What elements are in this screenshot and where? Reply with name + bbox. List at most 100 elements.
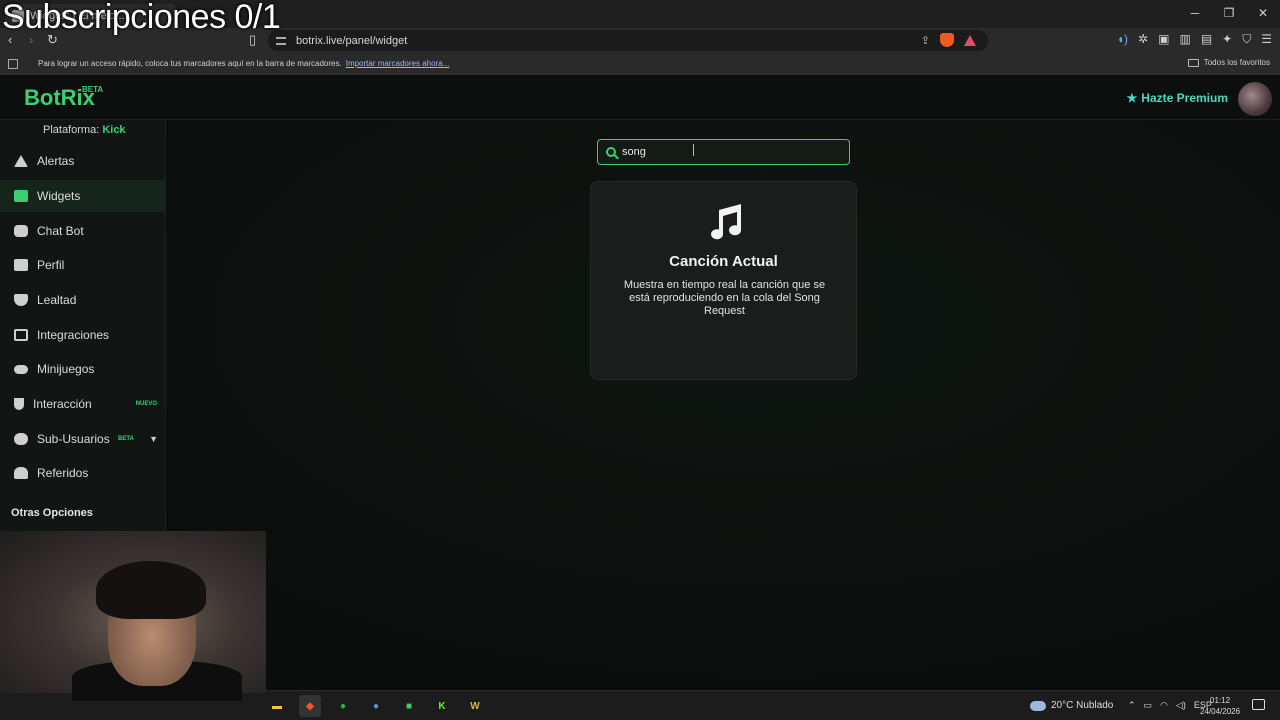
sidebar-icon[interactable]: ▥ — [1179, 32, 1190, 47]
window-controls: ─ ❐ ✕ — [1178, 6, 1280, 20]
botrix-logo[interactable]: BotRix BETA — [24, 85, 103, 111]
webcam-person-hair — [96, 561, 206, 619]
file-explorer-icon[interactable]: ▬ — [266, 695, 288, 717]
volume-icon[interactable]: ◁) — [1176, 700, 1186, 711]
sidebar-item-minijuegos[interactable]: Minijuegos — [0, 353, 166, 385]
speech-icon[interactable]: ◖) — [1117, 32, 1128, 47]
sidebar-item-label: Sub-Usuarios — [37, 432, 110, 446]
menu-icon[interactable]: ☰ — [1261, 32, 1272, 47]
cloud-icon — [1030, 700, 1046, 711]
app-header: BotRix BETA ★ Hazte Premium — [0, 76, 1280, 120]
close-icon[interactable]: ✕ — [1246, 6, 1280, 20]
sidebar-item-label: Referidos — [37, 466, 89, 480]
beta-badge: BETA — [118, 436, 134, 442]
sidebar-item-label: Chat Bot — [37, 224, 84, 238]
wifi-icon[interactable]: ◠ — [1160, 700, 1168, 711]
weather-widget[interactable]: 20°C Nublado — [1030, 700, 1113, 711]
new-badge: NUEVO — [135, 401, 157, 407]
sidebar-item-chat-bot[interactable]: Chat Bot — [0, 215, 166, 247]
weather-text: 20°C Nublado — [1051, 700, 1114, 711]
clock-date: 24/04/2026 — [1200, 707, 1241, 716]
music-icon — [14, 398, 24, 410]
vpn-icon[interactable]: ⛉ — [1242, 32, 1251, 47]
share-icon[interactable]: ⇪ — [921, 34, 930, 47]
discord-icon[interactable]: ● — [365, 695, 387, 717]
address-bar-actions: ⇪ — [921, 33, 976, 47]
users-cog-icon — [14, 433, 28, 445]
clock[interactable]: 01:12 24/04/2026 — [1200, 695, 1240, 717]
sidebar-item-label: Minijuegos — [37, 362, 95, 376]
site-settings-icon[interactable] — [276, 36, 286, 45]
notifications-icon[interactable] — [1252, 699, 1265, 710]
apps-icon[interactable] — [8, 58, 18, 69]
sidebar-item-perfil[interactable]: Perfil — [0, 249, 166, 281]
address-bar[interactable]: botrix.live/panel/widget ⇪ — [268, 30, 988, 51]
sidebar-item-label: Interacción — [33, 397, 92, 411]
sidebar-item-widgets[interactable]: Widgets — [0, 180, 166, 212]
bookmarks-hint: Para lograr un acceso rápido, coloca tus… — [38, 59, 342, 68]
all-favorites-label: Todos los favoritos — [1203, 58, 1270, 67]
sidebar-item-alertas[interactable]: Alertas — [0, 145, 166, 177]
sidebar-item-label: Integraciones — [37, 328, 110, 342]
platform-label: Plataforma: — [43, 124, 100, 136]
widget-search[interactable] — [597, 139, 850, 165]
id-card-icon — [14, 259, 28, 271]
search-input[interactable] — [622, 146, 822, 158]
restore-icon[interactable]: ❐ — [1212, 6, 1246, 20]
sidebar-item-lealtad[interactable]: Lealtad — [0, 284, 166, 316]
sidebar-item-referidos[interactable]: Referidos — [0, 457, 166, 489]
stream-overlay-title: Subscripciones 0/1 — [2, 0, 281, 36]
platform-indicator: Plataforma: Kick — [43, 124, 126, 136]
logo-beta-badge: BETA — [82, 85, 104, 94]
sidebar-item-label: Widgets — [37, 189, 81, 203]
grid-icon — [14, 190, 28, 202]
sidebar-item-interaccion[interactable]: Interacción NUEVO — [0, 388, 166, 420]
gamepad-icon — [14, 364, 28, 374]
sidebar-item-label: Alertas — [37, 154, 75, 168]
url-text: botrix.live/panel/widget — [296, 34, 408, 47]
wallet-icon[interactable]: ▤ — [1201, 32, 1212, 47]
extensions-icon[interactable]: ✲ — [1138, 32, 1148, 47]
warcraft-icon[interactable]: W — [464, 695, 486, 717]
import-bookmarks-link[interactable]: Importar marcadores ahora... — [346, 59, 450, 68]
premium-button[interactable]: ★ Hazte Premium — [1127, 91, 1228, 105]
spotify-icon[interactable]: ● — [332, 695, 354, 717]
integrations-icon — [14, 329, 28, 341]
network-icon[interactable]: ▭ — [1144, 700, 1153, 711]
bookmarks-bar: Para lograr un acceso rápido, coloca tus… — [0, 53, 1280, 75]
all-favorites-button[interactable]: Todos los favoritos — [1187, 58, 1270, 67]
sidebar-item-sub-usuarios[interactable]: Sub-Usuarios BETA ▼ — [0, 423, 166, 455]
leo-ai-icon[interactable]: ✦ — [1222, 32, 1232, 47]
brave-shields-icon[interactable] — [940, 33, 954, 47]
music-note-icon — [711, 204, 742, 240]
text-cursor — [693, 144, 694, 156]
search-icon — [606, 147, 616, 157]
screen: Subscripciones 0/1 Widgets | El mejor...… — [0, 0, 1280, 720]
folder-icon — [1187, 58, 1199, 67]
warning-icon — [14, 155, 28, 167]
tray-chevron-up-icon[interactable]: ⌃ — [1128, 700, 1136, 711]
webcam-overlay — [0, 531, 266, 701]
minimize-icon[interactable]: ─ — [1178, 6, 1212, 20]
taskbar-apps: ▬ ◆ ● ● ■ K W — [266, 695, 486, 717]
robot-icon — [14, 225, 28, 237]
users-icon — [14, 467, 28, 479]
widget-card-cancion-actual[interactable]: Canción Actual Muestra en tiempo real la… — [590, 181, 857, 380]
kick-icon[interactable]: K — [431, 695, 453, 717]
premium-label: Hazte Premium — [1141, 91, 1228, 105]
botrix-app-icon[interactable]: ■ — [398, 695, 420, 717]
sidebar-item-label: Perfil — [37, 258, 65, 272]
brave-icon[interactable]: ◆ — [299, 695, 321, 717]
clock-time: 01:12 — [1210, 696, 1231, 705]
chevron-down-icon[interactable]: ▼ — [149, 434, 158, 444]
tab-search-icon[interactable]: ▣ — [1158, 32, 1169, 47]
sidebar-item-integraciones[interactable]: Integraciones — [0, 319, 166, 351]
widget-card-title: Canción Actual — [669, 253, 778, 270]
brave-rewards-icon[interactable] — [964, 34, 976, 46]
trophy-icon — [14, 294, 28, 306]
star-icon: ★ — [1126, 91, 1138, 105]
extensions-toolbar: ◖) ✲ ▣ ▥ ▤ ✦ ⛉ ☰ — [1117, 32, 1272, 47]
widget-card-description: Muestra en tiempo real la canción que se… — [623, 279, 826, 317]
avatar[interactable] — [1238, 82, 1272, 116]
other-options-heading: Otras Opciones — [11, 507, 93, 519]
